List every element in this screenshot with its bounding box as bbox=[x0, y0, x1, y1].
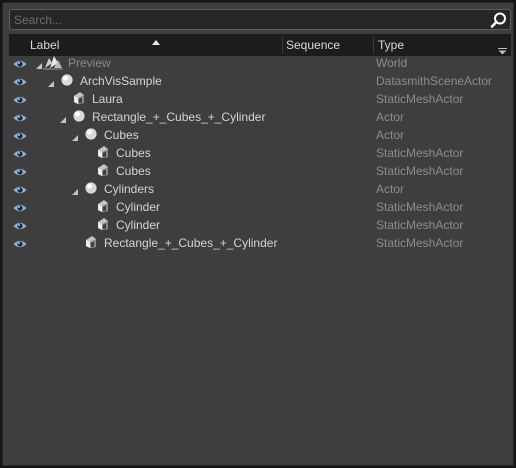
column-type-header[interactable]: Type bbox=[378, 38, 404, 52]
search-icon[interactable] bbox=[490, 11, 508, 29]
tree-row[interactable]: Cylinders Actor bbox=[9, 180, 511, 198]
sphere-icon bbox=[84, 127, 98, 144]
eye-icon[interactable] bbox=[13, 238, 27, 252]
search-input[interactable] bbox=[14, 11, 484, 28]
tree-row[interactable]: Laura StaticMeshActor bbox=[9, 90, 511, 108]
row-type: StaticMeshActor bbox=[376, 200, 464, 214]
tree-row[interactable]: Cubes Actor bbox=[9, 126, 511, 144]
column-label-header[interactable]: Label bbox=[30, 38, 59, 52]
column-divider[interactable] bbox=[373, 36, 374, 54]
eye-icon[interactable] bbox=[13, 166, 27, 180]
row-label: Cubes bbox=[116, 164, 151, 178]
tree-row[interactable]: Preview World bbox=[9, 54, 511, 72]
row-type: StaticMeshActor bbox=[376, 236, 464, 250]
tree-row[interactable]: Cubes StaticMeshActor bbox=[9, 144, 511, 162]
tree-row[interactable]: Cylinder StaticMeshActor bbox=[9, 216, 511, 234]
eye-icon[interactable] bbox=[13, 220, 27, 234]
row-label: Cubes bbox=[116, 146, 151, 160]
row-label: Cylinder bbox=[116, 218, 161, 232]
triangle-expanded-icon[interactable] bbox=[47, 77, 55, 91]
row-label: Rectangle_+_Cubes_+_Cylinder bbox=[92, 110, 266, 124]
row-type: DatasmithSceneActor bbox=[376, 74, 493, 88]
row-type: StaticMeshActor bbox=[376, 92, 464, 106]
tree-row[interactable]: Rectangle_+_Cubes_+_Cylinder Actor bbox=[9, 108, 511, 126]
row-label: Cylinder bbox=[116, 200, 161, 214]
eye-icon[interactable] bbox=[13, 76, 27, 90]
static-mesh-icon bbox=[96, 145, 110, 162]
tree-row[interactable]: ArchVisSample DatasmithSceneActor bbox=[9, 72, 511, 90]
eye-icon[interactable] bbox=[13, 94, 27, 108]
triangle-expanded-icon[interactable] bbox=[71, 131, 79, 145]
sphere-icon bbox=[72, 109, 86, 126]
row-label: Cubes bbox=[104, 128, 139, 142]
tree-row[interactable]: Cubes StaticMeshActor bbox=[9, 162, 511, 180]
row-label: Laura bbox=[92, 92, 123, 106]
sort-ascending-icon bbox=[152, 35, 160, 49]
eye-icon[interactable] bbox=[13, 112, 27, 126]
eye-icon[interactable] bbox=[13, 58, 27, 72]
row-type: StaticMeshActor bbox=[376, 218, 464, 232]
row-label: Preview bbox=[68, 56, 111, 70]
row-label: Rectangle_+_Cubes_+_Cylinder bbox=[104, 236, 278, 250]
row-type: World bbox=[376, 56, 408, 70]
static-mesh-icon bbox=[96, 199, 110, 216]
sphere-icon bbox=[60, 73, 74, 90]
tree-row[interactable]: Cylinder StaticMeshActor bbox=[9, 198, 511, 216]
row-label: ArchVisSample bbox=[80, 74, 162, 88]
triangle-expanded-icon[interactable] bbox=[71, 185, 79, 199]
row-type: Actor bbox=[376, 128, 405, 142]
static-mesh-icon bbox=[84, 235, 98, 252]
column-divider[interactable] bbox=[282, 36, 283, 54]
static-mesh-icon bbox=[72, 91, 86, 108]
triangle-expanded-icon[interactable] bbox=[59, 113, 67, 127]
search-bar bbox=[9, 9, 511, 30]
eye-icon[interactable] bbox=[13, 130, 27, 144]
row-label: Cylinders bbox=[104, 182, 155, 196]
eye-icon[interactable] bbox=[13, 148, 27, 162]
row-type: StaticMeshActor bbox=[376, 164, 464, 178]
sphere-icon bbox=[84, 181, 98, 198]
world-outliner-panel: Label Sequence Type Preview World ArchVi… bbox=[2, 2, 514, 466]
static-mesh-icon bbox=[96, 217, 110, 234]
row-type: Actor bbox=[376, 182, 405, 196]
row-type: Actor bbox=[376, 110, 405, 124]
column-sequence-header[interactable]: Sequence bbox=[286, 38, 340, 52]
column-header: Label Sequence Type bbox=[9, 34, 511, 56]
row-type: StaticMeshActor bbox=[376, 146, 464, 160]
eye-icon[interactable] bbox=[13, 202, 27, 216]
static-mesh-icon bbox=[96, 163, 110, 180]
tree-row[interactable]: Rectangle_+_Cubes_+_Cylinder StaticMeshA… bbox=[9, 234, 511, 252]
eye-icon[interactable] bbox=[13, 184, 27, 198]
